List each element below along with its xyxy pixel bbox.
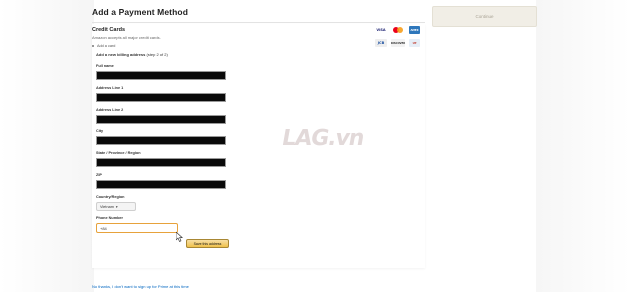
state-label: State / Province / Region [96,151,141,155]
address-line-2-label: Address Line 2 [96,108,124,112]
add-card-label: Add a card [97,44,116,48]
address-line-1-label: Address Line 1 [96,86,124,90]
left-background [0,0,94,292]
amex-logo-icon: AMEX [409,26,420,34]
country-select[interactable]: Vietnam ▾ [96,202,136,211]
address-line-2-field[interactable] [96,115,226,124]
discover-logo-icon: DISCOVER [391,39,405,47]
address-line-1-field[interactable] [96,93,226,102]
billing-heading-text: Add a new billing address [96,52,146,57]
credit-cards-title: Credit Cards [92,27,126,33]
zip-label: ZIP [96,173,102,177]
chevron-down-icon: ▾ [115,204,118,209]
phone-field[interactable]: +84 [96,223,178,233]
zip-field[interactable] [96,180,226,189]
unionpay-logo-icon: UP [409,39,420,47]
add-card-link[interactable]: Add a card [92,44,115,48]
full-name-field[interactable] [96,71,226,80]
title-divider [92,22,425,23]
mouse-cursor-icon [176,232,183,242]
full-name-label: Full name [96,64,114,68]
phone-label: Phone Number [96,216,124,220]
no-thanks-link[interactable]: No thanks, I don't want to sign up for P… [92,284,189,289]
continue-button[interactable]: Continue [432,6,537,27]
billing-step: (step 2 of 2) [146,52,168,57]
country-value: Vietnam [100,204,114,209]
billing-heading: Add a new billing address (step 2 of 2) [96,52,168,57]
state-field[interactable] [96,158,226,167]
bullet-icon [92,45,94,47]
save-address-button[interactable]: Save this address [186,239,229,248]
visa-logo-icon: VISA [374,26,388,34]
jcb-logo-icon: JCB [375,39,387,47]
right-background [536,0,630,292]
city-field[interactable] [96,136,226,145]
page-title: Add a Payment Method [92,7,188,17]
credit-cards-subtitle: Amazon accepts all major credit cards. [92,35,161,40]
country-label: Country/Region [96,195,125,199]
city-label: City [96,129,104,133]
mastercard-logo-icon [391,26,405,34]
watermark-logo: LAG.vn [279,126,366,151]
